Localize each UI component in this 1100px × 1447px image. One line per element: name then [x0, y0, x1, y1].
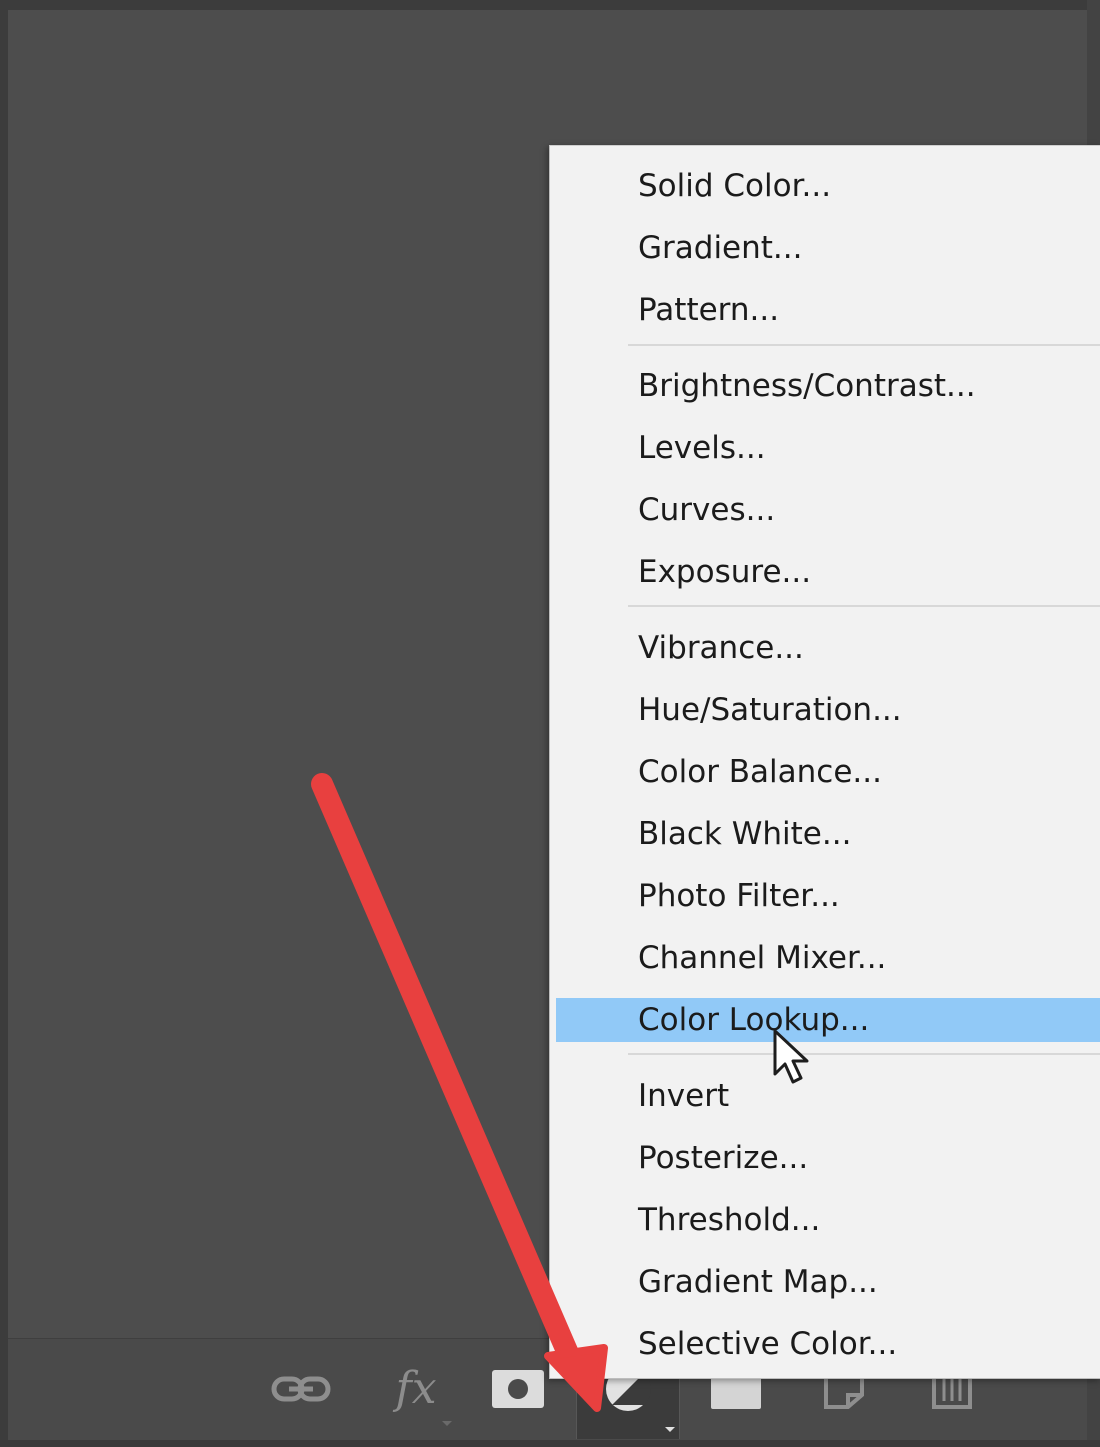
menu-item-posterize[interactable]: Posterize...	[556, 1136, 1100, 1180]
menu-item-color-balance[interactable]: Color Balance...	[556, 750, 1100, 794]
mouse-pointer-icon	[772, 1028, 816, 1092]
menu-item-invert[interactable]: Invert	[556, 1074, 1100, 1118]
link-icon	[271, 1373, 331, 1405]
mask-icon	[492, 1370, 544, 1408]
menu-item-hue-saturation[interactable]: Hue/Saturation...	[556, 688, 1100, 732]
frame-bottom-edge	[0, 1440, 1100, 1447]
menu-item-channel-mixer[interactable]: Channel Mixer...	[556, 936, 1100, 980]
frame-top-edge	[0, 0, 1100, 10]
menu-item-black-white[interactable]: Black White...	[556, 812, 1100, 856]
fx-icon: fx	[395, 1363, 437, 1414]
menu-item-selective-color[interactable]: Selective Color...	[556, 1322, 1100, 1366]
menu-item-solid-color[interactable]: Solid Color...	[556, 164, 1100, 208]
menu-separator	[628, 1053, 1100, 1055]
menu-item-gradient[interactable]: Gradient...	[556, 226, 1100, 270]
menu-item-color-lookup[interactable]: Color Lookup...	[556, 998, 1100, 1042]
menu-item-curves[interactable]: Curves...	[556, 488, 1100, 532]
menu-item-exposure[interactable]: Exposure...	[556, 550, 1100, 594]
fx-dropdown-arrow-icon	[442, 1421, 452, 1426]
layer-style-button[interactable]: fx	[376, 1339, 456, 1439]
add-mask-button[interactable]	[483, 1339, 553, 1439]
workspace: fx Solid Color... Gradient... Pattern...…	[0, 0, 1100, 1447]
adjustment-layer-menu: Solid Color... Gradient... Pattern... Br…	[549, 145, 1100, 1379]
frame-left-edge	[0, 0, 8, 1447]
adjustment-dropdown-arrow-icon	[665, 1427, 675, 1432]
menu-separator	[628, 605, 1100, 607]
menu-item-gradient-map[interactable]: Gradient Map...	[556, 1260, 1100, 1304]
menu-item-vibrance[interactable]: Vibrance...	[556, 626, 1100, 670]
link-layers-button[interactable]	[266, 1339, 336, 1439]
menu-item-threshold[interactable]: Threshold...	[556, 1198, 1100, 1242]
menu-item-levels[interactable]: Levels...	[556, 426, 1100, 470]
menu-separator	[628, 344, 1100, 346]
menu-item-pattern[interactable]: Pattern...	[556, 288, 1100, 332]
menu-item-photo-filter[interactable]: Photo Filter...	[556, 874, 1100, 918]
menu-item-brightness-contrast[interactable]: Brightness/Contrast...	[556, 364, 1100, 408]
